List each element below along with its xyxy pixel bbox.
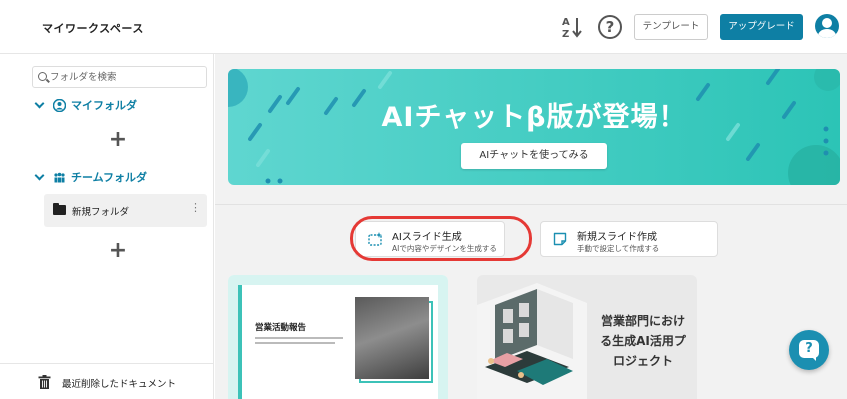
chevron-down-icon	[34, 98, 45, 108]
sidebar: マイフォルダ + チームフォルダ 新規フォルダ ⋮ + 最近削除したドキュメント	[0, 54, 214, 399]
my-folder-label: マイフォルダ	[71, 99, 137, 112]
new-slide-subtitle: 手動で設定して作成する	[577, 244, 660, 253]
document-title: 営業部門における生成AI活用プロジェクト	[600, 314, 686, 368]
trash-icon	[38, 375, 51, 389]
svg-text:A: A	[562, 17, 570, 28]
folder-item-label: 新規フォルダ	[72, 207, 130, 218]
top-bar: マイワークスペース A Z ? テンプレート アップグレード	[0, 0, 847, 54]
chevron-down-icon	[34, 170, 45, 180]
sort-az-icon[interactable]: A Z	[561, 15, 583, 39]
add-team-folder-button[interactable]: +	[108, 240, 128, 262]
svg-text:Z: Z	[562, 29, 569, 39]
doc-text-line	[255, 342, 335, 344]
doc-office-photo	[355, 297, 429, 379]
banner-title: AIチャットβ版が登場！	[381, 102, 687, 133]
team-icon	[54, 172, 65, 182]
doc-text-line	[255, 337, 343, 339]
new-slide-title: 新規スライド作成	[577, 232, 657, 243]
try-ai-chat-button[interactable]: AIチャットを使ってみる	[461, 143, 607, 169]
doc-isometric-illustration	[477, 283, 587, 399]
avatar-head	[822, 18, 832, 28]
doc-accent-stripe	[238, 285, 242, 399]
add-my-folder-button[interactable]: +	[108, 129, 128, 151]
recently-deleted-link[interactable]: 最近削除したドキュメント	[0, 363, 214, 399]
document-card[interactable]: 営業部門における生成AI活用プロジェクト	[477, 275, 697, 399]
chat-bubble-tail	[811, 356, 816, 361]
upgrade-button[interactable]: アップグレード	[720, 14, 803, 40]
new-slide-create-button[interactable]: 新規スライド作成 手動で設定して作成する	[540, 221, 718, 257]
team-folder-label: チームフォルダ	[71, 171, 148, 184]
workspace-title: マイワークスペース	[42, 22, 144, 35]
avatar-body	[818, 29, 836, 38]
chat-bubble-icon: ?	[799, 340, 819, 358]
recently-deleted-label: 最近削除したドキュメント	[62, 379, 177, 390]
document-title: 営業活動報告	[255, 323, 307, 333]
folder-icon	[53, 203, 66, 215]
folder-search[interactable]	[32, 66, 207, 88]
folder-search-input[interactable]	[50, 69, 200, 85]
search-icon	[38, 72, 47, 81]
user-circle-icon	[53, 98, 66, 112]
new-slide-icon	[553, 232, 567, 246]
more-menu-icon[interactable]: ⋮	[190, 202, 201, 213]
team-folder-header[interactable]: チームフォルダ	[34, 168, 148, 186]
main-content: AIチャットβ版が登場！ AIチャットを使ってみる AIスライド生成 AIで内容…	[215, 54, 847, 399]
user-avatar-icon[interactable]	[815, 14, 839, 38]
help-icon[interactable]: ?	[598, 15, 622, 39]
ai-chat-banner[interactable]: AIチャットβ版が登場！ AIチャットを使ってみる	[228, 69, 840, 185]
section-divider	[215, 204, 847, 205]
document-card[interactable]: 営業活動報告	[228, 275, 448, 399]
folder-item-new[interactable]: 新規フォルダ ⋮	[44, 194, 207, 227]
my-folder-header[interactable]: マイフォルダ	[34, 96, 137, 114]
annotation-highlight	[350, 216, 532, 261]
template-button[interactable]: テンプレート	[634, 14, 708, 40]
help-chat-button[interactable]: ?	[789, 330, 829, 370]
